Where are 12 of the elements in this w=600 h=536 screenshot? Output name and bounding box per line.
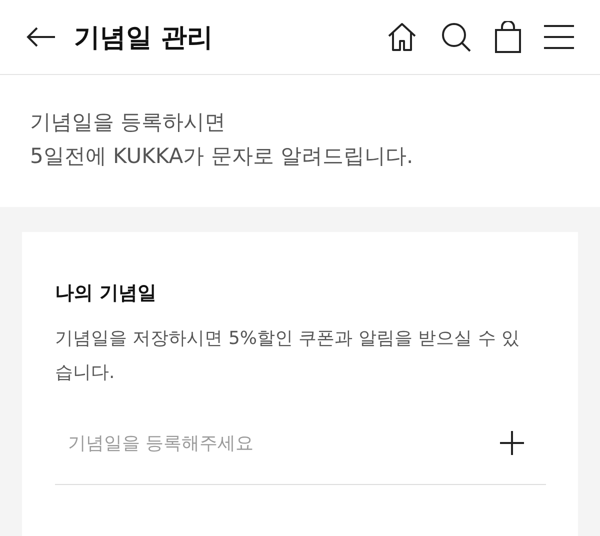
notice-text: 5일전에 KUKKA가 문자로 알려드립니다. [30, 143, 414, 170]
page-title: 기념일 관리 [74, 22, 214, 54]
description-text: 기념일을 저장하시면 5%할인 쿠폰과 알림을 받으실 수 있습니다. [55, 327, 521, 385]
notice-text: 기념일을 등록하시면 [30, 109, 227, 136]
menu-button[interactable] [544, 24, 574, 50]
back-button[interactable] [26, 26, 56, 48]
plus-icon[interactable] [500, 431, 524, 455]
section-title: 나의 기념일 [55, 281, 158, 306]
search-button[interactable] [440, 21, 472, 53]
date-input-field[interactable]: 기념일을 등록해주세요 [55, 432, 500, 454]
home-button[interactable] [386, 21, 418, 53]
shopping-bag-button[interactable] [494, 21, 522, 53]
